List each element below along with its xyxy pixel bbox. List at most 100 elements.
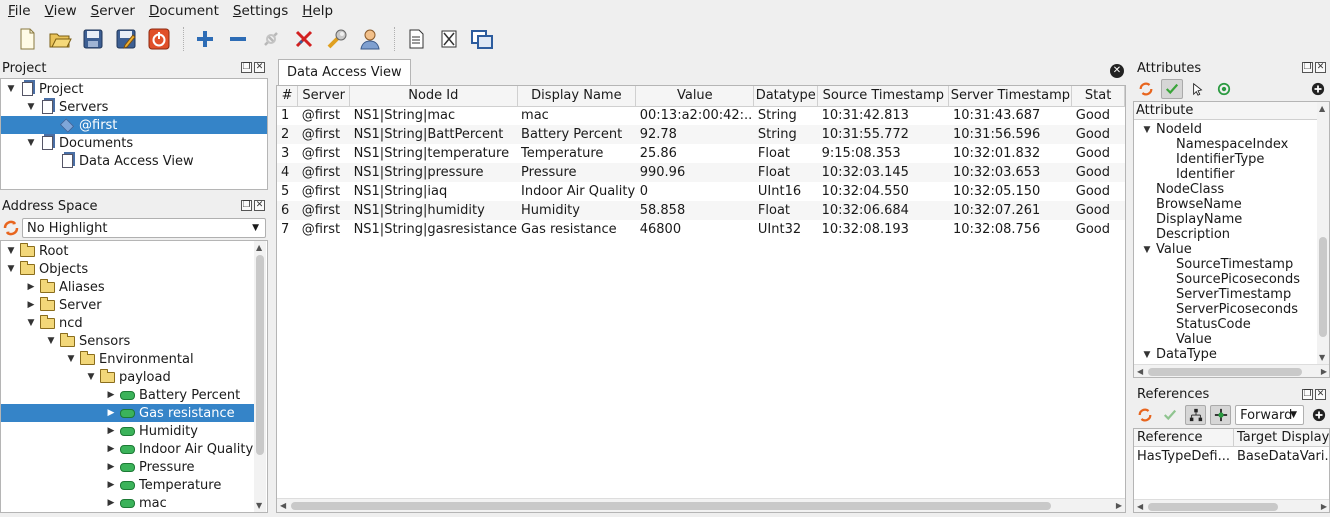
attributes-vscrollbar[interactable]: ▲ ▼ [1317,102,1329,364]
collapsed-arrow-icon[interactable]: ▶ [105,426,117,436]
hierarchy-icon[interactable] [1184,405,1207,425]
window-icon[interactable] [469,26,495,52]
column-header[interactable]: Source Timestamp [817,86,950,107]
attribute-item[interactable]: ▼ NodeId [1138,122,1202,137]
close-icon[interactable]: ✕ [1315,389,1326,400]
collapsed-arrow-icon[interactable]: ▶ [105,390,117,400]
column-header[interactable]: # [277,86,299,107]
tree-item[interactable]: ▶ Aliases [1,278,254,296]
document-icon[interactable] [403,26,429,52]
tree-item[interactable]: ▶ Humidity [1,422,254,440]
tree-item[interactable]: ▶ Battery Percent [1,386,254,404]
tree-item[interactable]: ▶ Pressure [1,458,254,476]
expanded-arrow-icon[interactable]: ▼ [85,372,97,382]
tree-item[interactable]: ▶ Indoor Air Quality [1,440,254,458]
attribute-item[interactable]: ▼ DataType [1138,347,1217,362]
expanded-arrow-icon[interactable]: ▼ [45,336,57,346]
close-tab-icon[interactable]: ✕ [1110,64,1124,78]
checkmark-icon[interactable] [1160,405,1181,425]
column-header[interactable]: Server [297,86,351,107]
tree-item[interactable]: ▼ Root [1,242,254,260]
float-icon[interactable]: ❐ [1302,62,1313,73]
table-row[interactable]: 7 @first NS1|String|gasresistance Gas resis… [277,220,1125,239]
menu-item-0[interactable]: File [0,3,37,19]
expanded-arrow-icon[interactable]: ▼ [5,246,17,256]
attribute-item[interactable]: NamespaceIndex [1158,137,1288,152]
attributes-hscrollbar[interactable]: ◀ ▶ [1134,364,1329,377]
menu-item-4[interactable]: Settings [225,3,294,19]
new-file-icon[interactable] [14,26,40,52]
refresh-icon[interactable] [2,219,20,237]
tree-item[interactable]: ▼ Documents [1,134,267,152]
tree-item[interactable]: ▶ Server [1,296,254,314]
add-circle-icon[interactable] [1307,79,1329,99]
checkmark-icon[interactable] [1161,79,1183,99]
close-icon[interactable]: ✕ [254,62,265,73]
collapsed-arrow-icon[interactable]: ▶ [25,300,37,310]
expanded-arrow-icon[interactable]: ▼ [5,84,17,94]
direction-select[interactable]: Forward ▼ [1235,405,1305,425]
collapsed-arrow-icon[interactable]: ▶ [105,462,117,472]
settings-wrench-icon[interactable] [324,26,350,52]
tree-item[interactable]: ▼ payload [1,368,254,386]
tree-item[interactable]: @first [1,116,267,134]
column-header[interactable]: Display Name [517,86,637,107]
expanded-arrow-icon[interactable]: ▼ [1138,350,1156,360]
menu-item-5[interactable]: Help [294,3,339,19]
references-col-target[interactable]: Target DisplayN [1234,429,1329,447]
tab-data-access-view[interactable]: Data Access View [278,59,411,85]
tree-item[interactable]: ▼ Objects [1,260,254,278]
attribute-item[interactable]: ▼ Value [1138,242,1192,257]
column-header[interactable]: Stat [1071,86,1125,107]
table-row[interactable]: 1 @first NS1|String|mac mac 00:13:a2:00:42:.… [277,106,1125,125]
monitor-icon[interactable] [1213,79,1235,99]
add-icon[interactable] [192,26,218,52]
highlight-select[interactable]: No Highlight ▼ [22,218,266,238]
menu-item-1[interactable]: View [37,3,83,19]
reference-cell[interactable]: HasTypeDefi... [1137,447,1230,465]
column-header[interactable]: Server Timestamp [948,86,1073,107]
attribute-item[interactable]: Identifier [1158,167,1235,182]
tree-item[interactable]: ▼ Environmental [1,350,254,368]
add-circle-icon[interactable] [1308,405,1329,425]
attribute-item[interactable]: Value [1158,332,1212,347]
float-icon[interactable]: ❐ [241,62,252,73]
attribute-item[interactable]: SourceTimestamp [1158,257,1293,272]
refresh-icon[interactable] [1135,405,1156,425]
close-icon[interactable]: ✕ [254,200,265,211]
table-row[interactable]: 2 @first NS1|String|BattPercent Battery Per… [277,125,1125,144]
connect-icon[interactable] [258,26,284,52]
collapsed-arrow-icon[interactable]: ▶ [105,408,117,418]
attribute-item[interactable]: ServerTimestamp [1158,287,1291,302]
remove-icon[interactable] [225,26,251,52]
address-space-scrollbar[interactable]: ▲ ▼ [254,241,266,512]
expanded-arrow-icon[interactable]: ▼ [1138,245,1156,255]
data-access-hscrollbar[interactable]: ◀ ▶ [277,498,1125,512]
tree-item[interactable]: ▼ ncd [1,314,254,332]
expanded-arrow-icon[interactable]: ▼ [65,354,77,364]
attribute-item[interactable]: IdentifierType [1158,152,1264,167]
disconnect-icon[interactable] [291,26,317,52]
move-icon[interactable] [1210,405,1232,425]
table-row[interactable]: 4 @first NS1|String|pressure Pressure 990.96… [277,163,1125,182]
references-hscrollbar[interactable]: ◀ ▶ [1134,499,1329,512]
attribute-item[interactable]: DisplayName [1138,212,1242,227]
tree-item[interactable]: ▶ mac [1,494,254,512]
save-icon[interactable] [80,26,106,52]
tree-item[interactable]: Data Access View [1,152,267,170]
reference-target-cell[interactable]: BaseDataVari... [1237,447,1329,465]
cursor-icon[interactable] [1187,79,1209,99]
expanded-arrow-icon[interactable]: ▼ [1138,125,1156,135]
menu-item-2[interactable]: Server [83,3,141,19]
expanded-arrow-icon[interactable]: ▼ [25,318,37,328]
attribute-item[interactable]: SourcePicoseconds [1158,272,1300,287]
column-header[interactable]: Value [635,86,755,107]
references-col-reference[interactable]: Reference [1134,429,1234,447]
close-icon[interactable]: ✕ [1315,62,1326,73]
collapsed-arrow-icon[interactable]: ▶ [25,282,37,292]
collapsed-arrow-icon[interactable]: ▶ [105,498,117,508]
power-icon[interactable] [146,26,172,52]
tree-item[interactable]: ▶ Temperature [1,476,254,494]
tree-item[interactable]: ▼ Sensors [1,332,254,350]
column-header[interactable]: Datatype [753,86,819,107]
